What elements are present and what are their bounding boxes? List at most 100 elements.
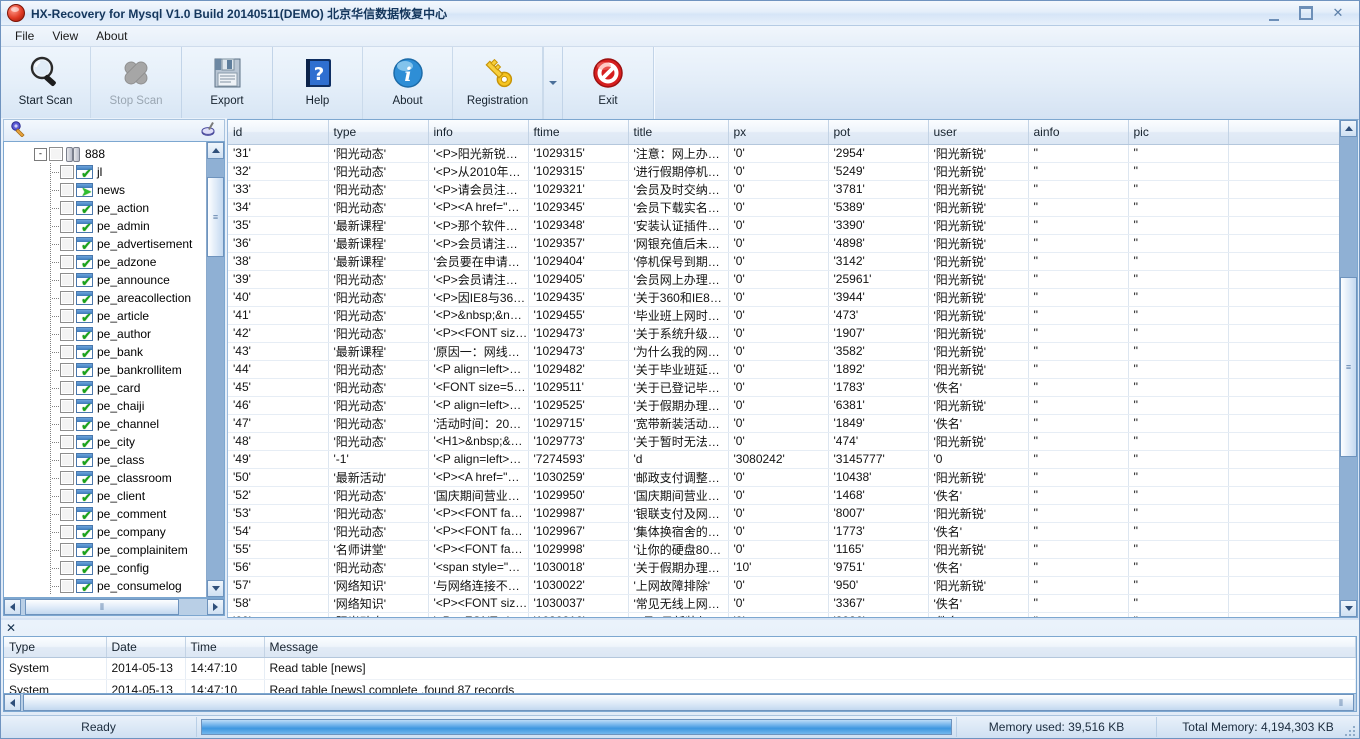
log-hscroll-thumb[interactable]: ⦀ [23, 694, 1354, 711]
grid-cell-title[interactable]: '邮政支付调整… [628, 468, 729, 487]
grid-cell-ainfo[interactable]: '' [1028, 468, 1129, 487]
grid-cell-ftime[interactable]: '7274593' [528, 450, 629, 469]
grid-cell-id[interactable]: '57' [228, 576, 329, 595]
grid-cell-pot[interactable]: '1783' [828, 378, 929, 397]
grid-cell-px[interactable]: '0' [728, 468, 829, 487]
tree-item-checkbox[interactable] [60, 525, 74, 539]
grid-cell-info[interactable]: '<P>请会员注… [428, 180, 529, 199]
grid-cell-info[interactable]: '国庆期间营业… [428, 486, 529, 505]
grid-cell-ainfo[interactable]: '' [1028, 558, 1129, 577]
grid-cell-info[interactable]: '<P>会员请注… [428, 234, 529, 253]
grid-cell-ftime[interactable]: '1030037' [528, 594, 629, 613]
help-button[interactable]: ? Help [273, 47, 363, 119]
tree-root-item[interactable]: - 888 [4, 145, 206, 163]
grid-cell-ftime[interactable]: '1030018' [528, 558, 629, 577]
grid-cell-blank[interactable] [1228, 342, 1339, 361]
tree-scroll-down-button[interactable] [207, 580, 224, 597]
grid-column-header-title[interactable]: title [628, 120, 729, 145]
grid-cell-ftime[interactable]: '1029455' [528, 306, 629, 325]
grid-cell-ainfo[interactable]: '' [1028, 342, 1129, 361]
grid-cell-info[interactable]: '<P>&nbsp;&n… [428, 306, 529, 325]
grid-cell-user[interactable]: '佚名' [928, 558, 1029, 577]
grid-cell-id[interactable]: '43' [228, 342, 329, 361]
grid-cell-px[interactable]: '0' [728, 486, 829, 505]
grid-cell-info[interactable]: '<P>会员请注… [428, 270, 529, 289]
tree-item-checkbox[interactable] [60, 579, 74, 593]
grid-cell-ainfo[interactable]: '' [1028, 486, 1129, 505]
grid-cell-type[interactable]: '阳光动态' [328, 144, 429, 163]
grid-cell-pic[interactable]: '' [1128, 234, 1229, 253]
tree-item-pe_class[interactable]: ✔ pe_class [4, 451, 206, 469]
grid-cell-title[interactable]: '国庆期间营业… [628, 486, 729, 505]
grid-cell-ftime[interactable]: '1029773' [528, 432, 629, 451]
grid-column-header-type[interactable]: type [328, 120, 429, 145]
grid-cell-pic[interactable]: '' [1128, 288, 1229, 307]
magnifier-disc-icon[interactable] [201, 121, 218, 140]
grid-cell-id[interactable]: '50' [228, 468, 329, 487]
grid-cell-px[interactable]: '0' [728, 576, 829, 595]
grid-cell-pic[interactable]: '' [1128, 612, 1229, 617]
grid-cell-type[interactable]: '阳光动态' [328, 288, 429, 307]
grid-scroll-track[interactable]: ≡ [1340, 137, 1357, 600]
grid-cell-blank[interactable] [1228, 540, 1339, 559]
grid-cell-user[interactable]: '阳光新锐' [928, 234, 1029, 253]
grid-cell-id[interactable]: '34' [228, 198, 329, 217]
grid-cell-ainfo[interactable]: '' [1028, 288, 1129, 307]
tree-item-checkbox[interactable] [60, 273, 74, 287]
tree-item-pe_config[interactable]: ✔ pe_config [4, 559, 206, 577]
tree-item-pe_channel[interactable]: ✔ pe_channel [4, 415, 206, 433]
table-row[interactable]: '49' '-1' '<P align=left>… '7274593' 'd '3080… [228, 450, 1339, 469]
tree-item-pe_areacollection[interactable]: ✔ pe_areacollection [4, 289, 206, 307]
grid-cell-blank[interactable] [1228, 576, 1339, 595]
grid-cell-info[interactable]: '<P align=left>… [428, 450, 529, 469]
tree-scroll-track[interactable]: ≡ [207, 159, 224, 580]
grid-cell-ainfo[interactable]: '' [1028, 144, 1129, 163]
grid-cell-pot[interactable]: '3781' [828, 180, 929, 199]
table-row[interactable]: '33' '阳光动态' '<P>请会员注… '1029321' '会员及时交纳… '0' '… [228, 180, 1339, 199]
grid-cell-id[interactable]: '40' [228, 288, 329, 307]
grid-cell-ainfo[interactable]: '' [1028, 198, 1129, 217]
restore-icon[interactable] [1295, 4, 1317, 22]
grid-cell-info[interactable]: '原因一：网线… [428, 342, 529, 361]
grid-cell-ainfo[interactable]: '' [1028, 396, 1129, 415]
grid-scroll-up-button[interactable] [1340, 120, 1357, 137]
table-row[interactable]: '43' '最新课程' '原因一：网线… '1029473' '为什么我的网… '0' '3… [228, 342, 1339, 361]
grid-cell-px[interactable]: '0' [728, 324, 829, 343]
table-row[interactable]: '54' '阳光动态' '<P><FONT fa… '1029967' '集体换宿舍的…… [228, 522, 1339, 541]
grid-cell-type[interactable]: '阳光动态' [328, 432, 429, 451]
grid-cell-type[interactable]: '最新课程' [328, 234, 429, 253]
close-icon[interactable]: ✕ [6, 621, 16, 635]
grid-cell-ainfo[interactable]: '' [1028, 180, 1129, 199]
grid-cell-info[interactable]: '与网络连接不… [428, 576, 529, 595]
grid-cell-blank[interactable] [1228, 324, 1339, 343]
tree-item-pe_bankrollitem[interactable]: ✔ pe_bankrollitem [4, 361, 206, 379]
grid-cell-user[interactable]: '阳光新锐' [928, 288, 1029, 307]
grid-cell-blank[interactable] [1228, 360, 1339, 379]
grid-cell-px[interactable]: '10' [728, 558, 829, 577]
exit-button[interactable]: Exit [563, 47, 653, 119]
tree-item-checkbox[interactable] [60, 543, 74, 557]
grid-cell-title[interactable]: '会员网上办理… [628, 270, 729, 289]
grid-cell-pot[interactable]: '473' [828, 306, 929, 325]
grid-cell-title[interactable]: '毕业班上网时… [628, 306, 729, 325]
grid-cell-px[interactable]: '0' [728, 504, 829, 523]
grid-cell-blank[interactable] [1228, 468, 1339, 487]
table-row[interactable]: '44' '阳光动态' '<P align=left>… '1029482' '关于毕业… [228, 360, 1339, 379]
grid-cell-id[interactable]: '35' [228, 216, 329, 235]
grid-cell-px[interactable]: '0' [728, 432, 829, 451]
table-row[interactable]: '31' '阳光动态' '<P>阳光新锐… '1029315' '注意：网上办… '0' '… [228, 144, 1339, 163]
grid-cell-type[interactable]: '名师讲堂' [328, 540, 429, 559]
tree-item-checkbox[interactable] [60, 345, 74, 359]
grid-cell-pot[interactable]: '3142' [828, 252, 929, 271]
log-column-header-date[interactable]: Date [106, 637, 186, 658]
tree-horizontal-scrollbar[interactable]: ⦀ [3, 598, 225, 616]
grid-cell-ainfo[interactable]: '' [1028, 324, 1129, 343]
table-row[interactable]: '38' '最新课程' '会员要在申请… '1029404' '停机保号到期… '0' '3… [228, 252, 1339, 271]
grid-cell-pot[interactable]: '474' [828, 432, 929, 451]
grid-cell-type[interactable]: '最新课程' [328, 252, 429, 271]
grid-cell-title[interactable]: '关于毕业班延… [628, 360, 729, 379]
grid-cell-pic[interactable]: '' [1128, 252, 1229, 271]
grid-cell-info[interactable]: '<P>那个软件… [428, 216, 529, 235]
grid-cell-pic[interactable]: '' [1128, 594, 1229, 613]
grid-cell-pic[interactable]: '' [1128, 306, 1229, 325]
